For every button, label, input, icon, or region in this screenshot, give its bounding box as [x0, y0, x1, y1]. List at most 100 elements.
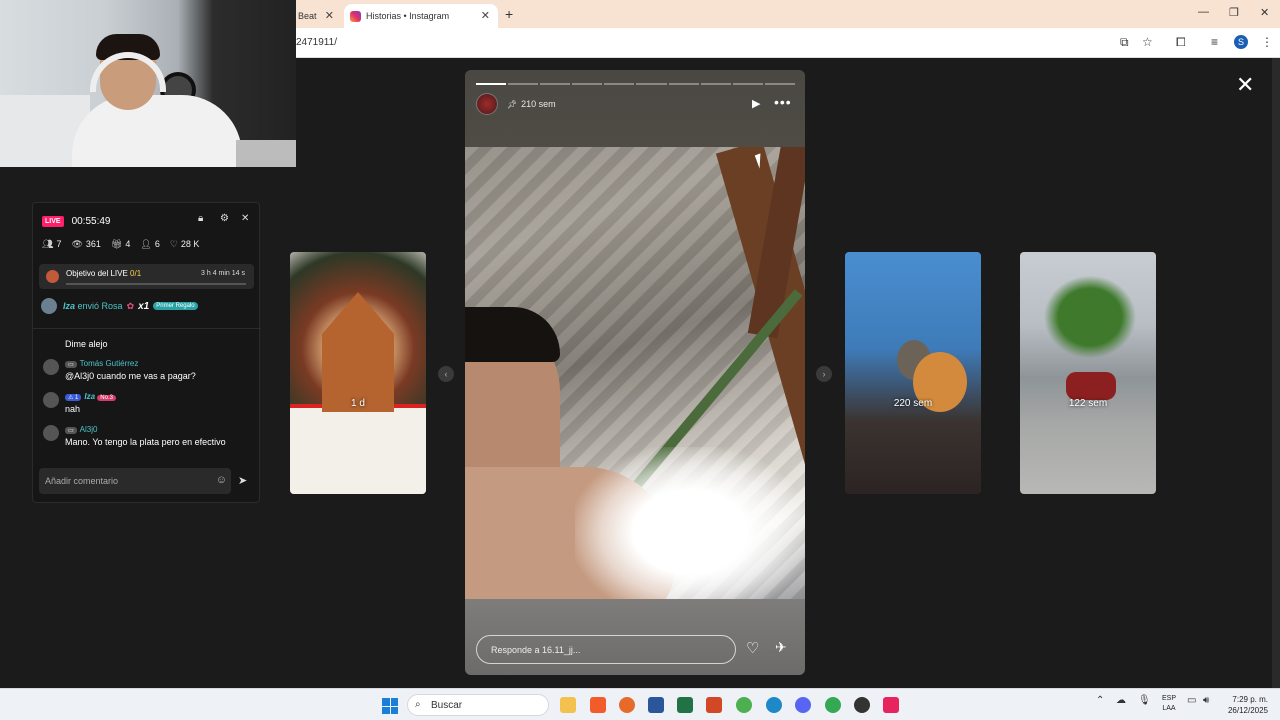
close-icon[interactable]: ✕ — [481, 9, 490, 22]
language-indicator[interactable]: ESP LAA — [1158, 694, 1180, 714]
story-photo[interactable] — [465, 147, 805, 599]
chat-user[interactable]: ▭ Al3j0 — [65, 425, 97, 434]
story-header: 📌︎ 210 sem ▶ ••• — [465, 70, 805, 147]
gift-count: x1 — [138, 300, 150, 312]
chrome-icon[interactable] — [736, 697, 752, 713]
clock-time: 7:29 p. m. — [1232, 695, 1268, 704]
discord-icon[interactable] — [795, 697, 811, 713]
system-clock[interactable]: 7:29 p. m. 26/12/2025 — [1220, 694, 1268, 716]
story-progress — [476, 83, 795, 85]
goal-progress-bar — [66, 283, 246, 285]
chat-text: Dime alejo — [65, 339, 108, 349]
close-icon[interactable]: ✕ — [241, 213, 249, 224]
powerpoint-icon[interactable] — [706, 697, 722, 713]
scrollbar[interactable] — [1272, 58, 1280, 688]
taskbar-search[interactable]: ⌕ Buscar — [407, 694, 549, 716]
chat-username: Tomás Gutiérrez — [79, 359, 139, 368]
tiktok-live-icon[interactable] — [883, 697, 899, 713]
settings-icon[interactable]: ⚙︎ — [220, 213, 229, 224]
word-icon[interactable] — [648, 697, 664, 713]
live-timer: 00:55:49 — [71, 215, 111, 227]
bookmark-star-icon[interactable]: ☆ — [1142, 35, 1153, 49]
comment-placeholder: Añadir comentario — [45, 476, 119, 486]
follows-stat: 👤︎ 6 — [140, 239, 159, 253]
firefox-icon[interactable] — [619, 697, 635, 713]
send-icon[interactable]: ✈︎ — [775, 639, 787, 656]
media-control-icon[interactable]: ≡ — [1211, 35, 1218, 49]
story-thumbnail-next[interactable]: 220 sem — [845, 252, 981, 494]
chat-message: ▭ Al3j0 Mano. Yo tengo la plata pero en e… — [43, 425, 253, 451]
minimize-button[interactable]: — — [1198, 6, 1209, 18]
live-goal[interactable]: Objetivo del LIVE 0/1 3 h 4 min 14 s — [39, 264, 254, 289]
close-icon[interactable]: ✕ — [1236, 72, 1254, 98]
eye-icon: 👁︎ — [71, 239, 83, 249]
heart-icon[interactable]: ♡ — [746, 639, 759, 657]
motorcycle-shape — [1066, 372, 1116, 400]
story-progress-segment — [540, 83, 571, 85]
reply-input[interactable]: Responde a 16.11_jj... — [476, 635, 736, 664]
more-options-icon[interactable]: ••• — [774, 94, 792, 110]
story-thumbnail-previous[interactable]: 1 d — [290, 252, 426, 494]
chat-message: ▭ Tomás Gutiérrez @Al3j0 cuando me vas a … — [43, 359, 253, 385]
story-time-text: 210 sem — [521, 99, 556, 109]
network-icon[interactable]: ☁︎ — [1116, 695, 1126, 706]
send-icon[interactable]: ➤ — [238, 474, 247, 487]
story-footer: Responde a 16.11_jj... ♡ ✈︎ — [465, 599, 805, 675]
story-progress-segment — [636, 83, 667, 85]
chevron-right-icon[interactable]: › — [816, 366, 832, 382]
volume-icon[interactable]: 🔊︎ — [1203, 695, 1209, 706]
gingerbread-house — [322, 292, 394, 412]
avatar[interactable] — [476, 93, 498, 115]
edge-icon[interactable] — [766, 697, 782, 713]
lock-icon[interactable]: 🔒︎ — [198, 213, 203, 224]
viewers-stat: 👥︎ 7 — [42, 239, 61, 253]
close-window-button[interactable]: ✕ — [1260, 6, 1269, 19]
tab-historias-instagram[interactable]: Historias • Instagram ✕ — [344, 4, 498, 28]
close-icon[interactable]: ✕ — [325, 9, 334, 22]
goal-label: Objetivo del LIVE 0/1 — [66, 269, 141, 278]
gifts-stat: 🎁︎ 4 — [111, 239, 130, 253]
chrome-active-icon[interactable] — [825, 697, 841, 713]
chat-user[interactable]: ⚠ 1 Iza No.3 — [65, 392, 119, 401]
live-stats: 👥︎ 7 👁︎ 361 🎁︎ 4 👤︎ 6 ♡ 28 K — [42, 239, 250, 253]
extensions-icon[interactable]: ⧠ — [1176, 35, 1186, 50]
rank-badge: No.3 — [97, 395, 116, 401]
chevron-up-icon[interactable]: ⌃ — [1096, 695, 1104, 706]
gift-action: envió Rosa — [77, 301, 123, 311]
tab-beat[interactable]: Beat ✕ — [296, 4, 342, 28]
story-progress-segment — [508, 83, 539, 85]
avatar — [43, 359, 59, 375]
chat-user[interactable]: ▭ Tomás Gutiérrez — [65, 359, 138, 368]
url-text[interactable]: 2471911/ — [296, 37, 337, 48]
views-stat: 👁︎ 361 — [71, 239, 100, 253]
story-progress-segment — [604, 83, 635, 85]
profile-avatar[interactable]: S — [1234, 35, 1248, 49]
story-card: 📌︎ 210 sem ▶ ••• Responde a 16.11_jj... ♡… — [465, 70, 805, 675]
brave-icon[interactable] — [590, 697, 606, 713]
divider — [33, 328, 261, 329]
thumb-time-label: 122 sem — [1068, 398, 1108, 409]
file-explorer-icon[interactable] — [560, 697, 576, 713]
chevron-left-icon[interactable]: ‹ — [438, 366, 454, 382]
comment-input[interactable]: Añadir comentario ☺ — [39, 468, 231, 494]
play-icon[interactable]: ▶ — [752, 97, 760, 110]
display-icon[interactable]: ▭ — [1187, 695, 1196, 706]
excel-icon[interactable] — [677, 697, 693, 713]
rose-icon: ✿ — [126, 300, 135, 311]
obs-icon[interactable] — [854, 697, 870, 713]
windows-start-icon[interactable] — [382, 698, 398, 714]
palm-tree — [1040, 272, 1140, 362]
plate-shape — [290, 404, 426, 494]
install-app-icon[interactable]: ⧉ — [1120, 35, 1129, 50]
emoji-icon[interactable]: ☺ — [216, 474, 227, 486]
story-thumbnail-next[interactable]: 122 sem — [1020, 252, 1156, 494]
story-progress-segment — [572, 83, 603, 85]
maximize-button[interactable]: ❐ — [1229, 6, 1239, 19]
microphone-icon[interactable]: 🎙︎ — [1138, 695, 1151, 706]
new-tab-button[interactable]: + — [505, 6, 513, 22]
menu-kebab-icon[interactable]: ⋮ — [1261, 35, 1273, 49]
story-time: 📌︎ 210 sem — [507, 99, 556, 109]
user-tag: ▭ — [65, 427, 77, 434]
heart-icon: ♡ — [169, 239, 178, 249]
chat-text: nah — [65, 404, 81, 414]
